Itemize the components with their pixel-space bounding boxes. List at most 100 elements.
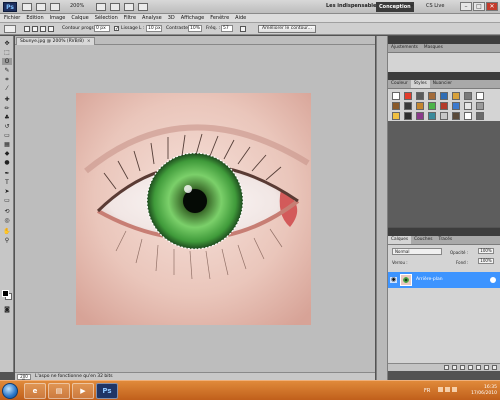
tab-calques[interactable]: Calques	[388, 236, 412, 244]
minimize-icon[interactable]: –	[460, 2, 472, 11]
style-swatch[interactable]	[476, 92, 484, 100]
workspace-essentials[interactable]: Les indispensables	[326, 3, 379, 9]
subtract-selection-icon[interactable]	[40, 26, 46, 32]
style-swatch[interactable]	[416, 92, 424, 100]
language-indicator[interactable]: FR	[424, 388, 430, 394]
lasso-tool-icon[interactable]: ʘ	[2, 58, 12, 65]
contrast-field[interactable]: 10%	[188, 25, 202, 32]
style-swatch[interactable]	[428, 92, 436, 100]
canvas-area[interactable]	[15, 45, 375, 372]
add-selection-icon[interactable]	[32, 26, 38, 32]
layer-style-icon[interactable]	[452, 365, 457, 370]
marquee-tool-icon[interactable]: ⬚	[2, 49, 12, 56]
tab-couleur[interactable]: Couleur	[388, 80, 411, 88]
style-swatch[interactable]	[392, 92, 400, 100]
new-layer-icon[interactable]	[484, 365, 489, 370]
style-swatch[interactable]	[392, 112, 400, 120]
style-swatch[interactable]	[464, 102, 472, 110]
opacity-field[interactable]: 100%	[478, 248, 494, 254]
styles-group-header[interactable]	[388, 72, 500, 80]
style-swatch[interactable]	[476, 112, 484, 120]
style-swatch[interactable]	[440, 112, 448, 120]
brush-tool-icon[interactable]: ✏	[2, 105, 12, 112]
style-swatch[interactable]	[452, 112, 460, 120]
bridge-icon[interactable]	[22, 3, 32, 11]
style-swatch[interactable]	[416, 102, 424, 110]
style-swatch[interactable]	[428, 112, 436, 120]
menu-item-edition[interactable]: Edition	[26, 15, 43, 21]
dodge-tool-icon[interactable]: ●	[2, 159, 12, 166]
blur-tool-icon[interactable]: ◆	[2, 150, 12, 157]
style-swatch[interactable]	[404, 112, 412, 120]
style-swatch[interactable]	[440, 92, 448, 100]
link-layers-icon[interactable]	[444, 365, 449, 370]
collapsed-panel-strip[interactable]	[376, 36, 388, 380]
hand-tool-icon[interactable]	[96, 3, 106, 11]
shape-tool-icon[interactable]: ▭	[2, 197, 12, 204]
style-swatch[interactable]	[404, 92, 412, 100]
style-swatch[interactable]	[452, 92, 460, 100]
new-selection-icon[interactable]	[24, 26, 30, 32]
view-extras-icon[interactable]	[50, 3, 60, 11]
quick-selection-tool-icon[interactable]: ✎	[2, 67, 12, 74]
tray-volume-icon[interactable]	[452, 387, 457, 392]
layers-group-header[interactable]	[388, 228, 500, 236]
magnetic-lasso-tool-icon[interactable]	[4, 25, 16, 33]
taskbar-media-icon[interactable]: ▶	[72, 383, 94, 399]
arrange-documents-icon[interactable]	[124, 3, 134, 11]
menu-item-aide[interactable]: Aide	[235, 15, 246, 21]
screen-mode-icon[interactable]	[138, 3, 148, 11]
new-group-icon[interactable]	[476, 365, 481, 370]
menu-item-fenetre[interactable]: Fenêtre	[210, 15, 229, 21]
cs-live-button[interactable]: CS Live	[426, 3, 444, 9]
tab-nuancier[interactable]: Nuancier	[430, 80, 455, 88]
taskbar-explorer-icon[interactable]: ▤	[48, 383, 70, 399]
close-icon[interactable]: ✕	[486, 2, 498, 11]
menu-item-image[interactable]: Image	[50, 15, 66, 21]
tab-styles[interactable]: Styles	[410, 80, 430, 88]
clone-stamp-tool-icon[interactable]: ♣	[2, 114, 12, 121]
style-swatch[interactable]	[428, 102, 436, 110]
start-button[interactable]	[2, 383, 18, 399]
menu-item-3d[interactable]: 3D	[168, 15, 175, 21]
hand-tool-icon[interactable]: ✋	[2, 228, 12, 235]
style-swatch[interactable]	[476, 102, 484, 110]
add-mask-icon[interactable]	[460, 365, 465, 370]
foreground-color-swatch[interactable]	[2, 290, 9, 297]
tab-ajustements[interactable]: Ajustements	[388, 44, 421, 52]
feather-field[interactable]: 0 px	[94, 25, 110, 32]
eraser-tool-icon[interactable]: ▭	[2, 132, 12, 139]
crop-tool-icon[interactable]: ⌗	[2, 76, 12, 83]
menu-item-filtre[interactable]: Filtre	[124, 15, 136, 21]
healing-brush-tool-icon[interactable]: ✚	[2, 96, 12, 103]
fill-field[interactable]: 100%	[478, 258, 494, 264]
eyedropper-tool-icon[interactable]: ⁄	[2, 85, 12, 92]
panel-group-header[interactable]	[388, 36, 500, 44]
close-document-icon[interactable]: ×	[87, 39, 91, 44]
gradient-tool-icon[interactable]: ▦	[2, 141, 12, 148]
menu-item-calque[interactable]: Calque	[71, 15, 88, 21]
app-zoom-level[interactable]: 200%	[70, 3, 84, 9]
menu-item-fichier[interactable]: Fichier	[4, 15, 20, 21]
refine-edge-button[interactable]: Améliorer le contour...	[258, 25, 316, 33]
style-swatch[interactable]	[416, 112, 424, 120]
adjustment-layer-icon[interactable]	[468, 365, 473, 370]
style-swatch[interactable]	[404, 102, 412, 110]
zoom-tool-icon[interactable]: ⚲	[2, 237, 12, 244]
minibridge-icon[interactable]	[36, 3, 46, 11]
trash-icon[interactable]	[492, 365, 497, 370]
eye-image[interactable]	[76, 93, 311, 325]
style-swatch[interactable]	[464, 112, 472, 120]
width-field[interactable]: 10 px	[146, 25, 162, 32]
workspace-more-chevron-icon[interactable]: »	[410, 3, 413, 9]
pen-tool-icon[interactable]: ✒	[2, 170, 12, 177]
workspace-design[interactable]: Conception	[376, 2, 414, 12]
tab-traces[interactable]: Tracés	[436, 236, 456, 244]
frequency-field[interactable]: 57	[221, 25, 233, 32]
3d-rotate-tool-icon[interactable]: ⟲	[2, 208, 12, 215]
move-tool-icon[interactable]: ✥	[2, 40, 12, 47]
menu-item-analyse[interactable]: Analyse	[142, 15, 162, 21]
document-tab[interactable]: Sbunye.jpg @ 200% (RVB/8) ×	[16, 37, 95, 45]
antialias-checkbox[interactable]: ✓	[114, 26, 119, 32]
tray-flag-icon[interactable]	[438, 387, 443, 392]
